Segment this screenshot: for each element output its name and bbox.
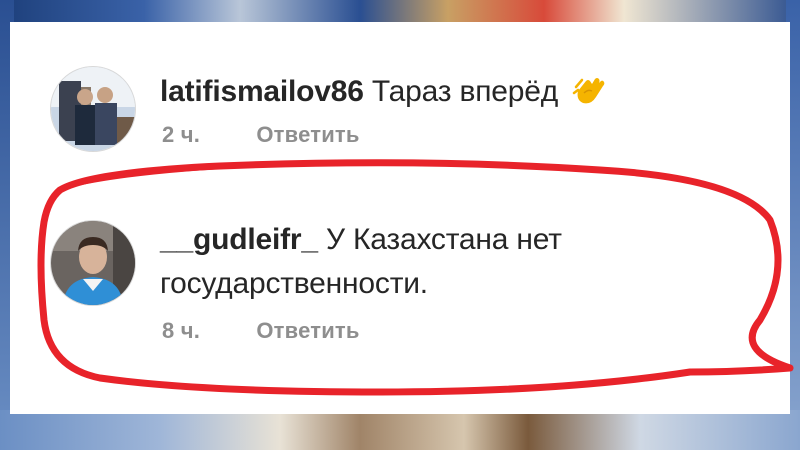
- reply-button[interactable]: Ответить: [256, 318, 359, 343]
- comment-text: latifismailov86 Тараз вперёд: [160, 70, 606, 120]
- comment-time: 8 ч.: [162, 318, 201, 343]
- comment-username[interactable]: __gudleifr_: [160, 223, 318, 256]
- comment-body: Тараз вперёд: [371, 75, 559, 108]
- comment-body-line: У Казахстана нет: [326, 223, 562, 256]
- comment-meta: 2 ч. Ответить: [162, 122, 360, 148]
- comment-text: __gudleifr_ У Казахстана нет государстве…: [160, 218, 562, 306]
- clapping-hands-icon: [572, 73, 606, 120]
- comment-meta: 8 ч. Ответить: [162, 318, 360, 344]
- avatar[interactable]: [50, 220, 136, 306]
- avatar[interactable]: [50, 66, 136, 152]
- comment-body-line: государственности.: [160, 267, 428, 300]
- reply-button[interactable]: Ответить: [256, 122, 359, 147]
- comment-time: 2 ч.: [162, 122, 201, 147]
- background-video-top: [0, 0, 800, 22]
- comments-panel: latifismailov86 Тараз вперёд 2 ч. Ответи…: [10, 22, 790, 414]
- background-video-bottom: [0, 410, 800, 450]
- comment-username[interactable]: latifismailov86: [160, 75, 364, 108]
